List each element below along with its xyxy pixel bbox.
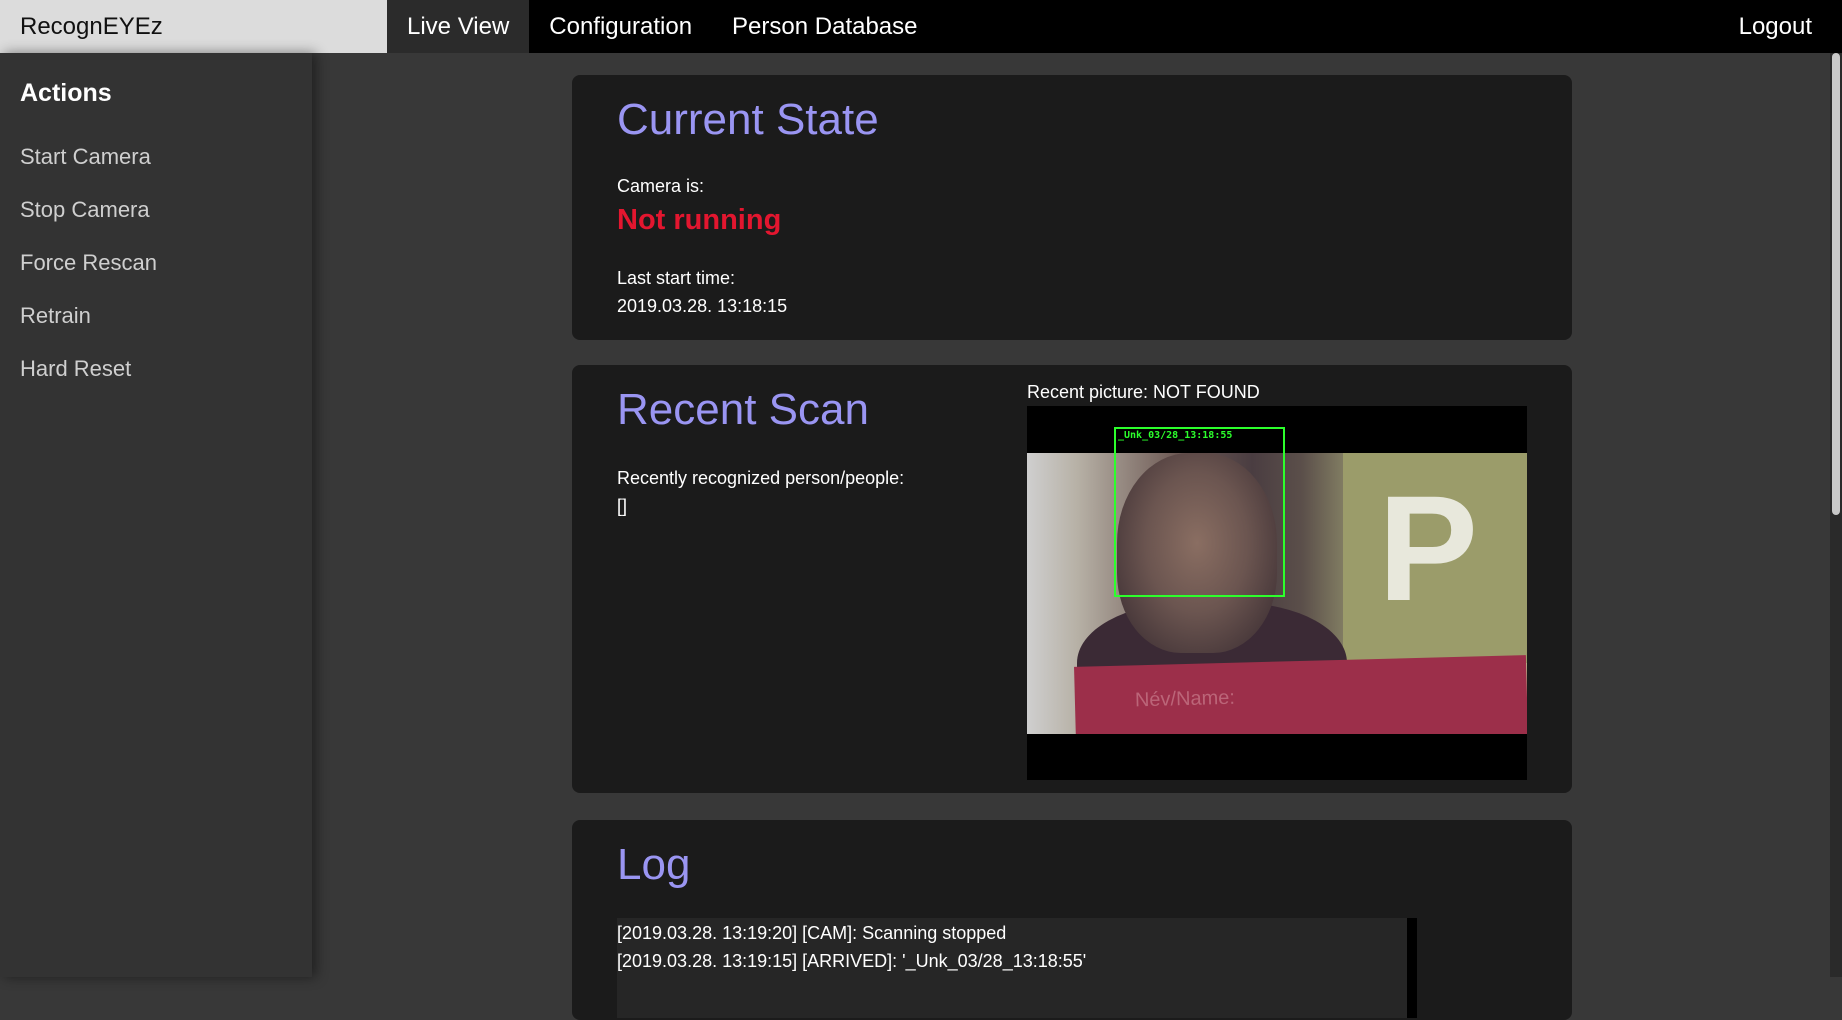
background-sign-panel: P [1343, 453, 1527, 663]
last-start-label: Last start time: [617, 268, 736, 288]
face-bounding-box: _Unk_03/28_13:18:55 [1114, 427, 1285, 597]
nav-live-view[interactable]: Live View [387, 0, 530, 53]
force-rescan-button[interactable]: Force Rescan [0, 236, 312, 289]
nav-person-database[interactable]: Person Database [712, 0, 937, 53]
log-output[interactable]: [2019.03.28. 13:19:20] [CAM]: Scanning s… [617, 918, 1417, 1018]
log-card: Log [2019.03.28. 13:19:20] [CAM]: Scanni… [572, 820, 1572, 1020]
start-camera-button[interactable]: Start Camera [0, 130, 312, 183]
nav-configuration[interactable]: Configuration [529, 0, 712, 53]
page-scrollbar[interactable] [1830, 53, 1842, 977]
sidebar-title: Actions [20, 79, 112, 107]
recent-scan-title: Recent Scan [617, 385, 869, 434]
face-bounding-box-label: _Unk_03/28_13:18:55 [1118, 430, 1233, 441]
recent-picture-label: Recent picture: NOT FOUND [1027, 382, 1260, 402]
actions-sidebar: Actions Start Camera Stop Camera Force R… [0, 53, 312, 977]
log-title: Log [617, 840, 691, 889]
log-line: [2019.03.28. 13:19:20] [CAM]: Scanning s… [617, 923, 1007, 943]
current-state-title: Current State [617, 95, 879, 144]
brand-logo[interactable]: RecognEYEz [0, 0, 387, 53]
page-scrollbar-thumb[interactable] [1832, 53, 1840, 515]
hard-reset-button[interactable]: Hard Reset [0, 342, 312, 395]
stop-camera-button[interactable]: Stop Camera [0, 183, 312, 236]
current-state-card: Current State Camera is: Not running Las… [572, 75, 1572, 340]
name-sign-lettering: Név/Name: [1134, 686, 1236, 712]
camera-status-label: Camera is: [617, 176, 705, 196]
log-line: [2019.03.28. 13:19:15] [ARRIVED]: '_Unk_… [617, 951, 1087, 971]
recent-picture: P Név/Name: _Unk_03/28_13:18:55 [1027, 406, 1527, 780]
recognized-people-value: [] [617, 496, 628, 516]
retrain-button[interactable]: Retrain [0, 289, 312, 342]
recent-scan-card: Recent Scan Recently recognized person/p… [572, 365, 1572, 793]
parking-sign-glyph: P [1378, 464, 1479, 632]
recognized-people-label: Recently recognized person/people: [617, 468, 905, 488]
camera-status-value: Not running [617, 204, 782, 236]
last-start-value: 2019.03.28. 13:18:15 [617, 296, 788, 316]
top-navigation: RecognEYEz Live View Configuration Perso… [0, 0, 1842, 53]
logout-button[interactable]: Logout [1719, 0, 1842, 53]
red-name-sign: Név/Name: [1074, 655, 1527, 734]
